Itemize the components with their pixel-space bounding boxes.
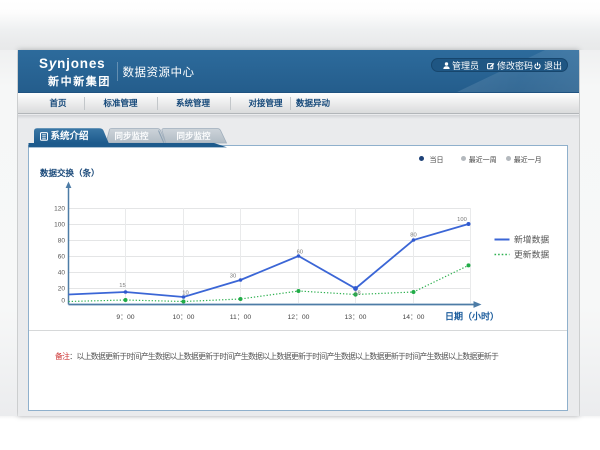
svg-text:15: 15 — [119, 283, 125, 289]
svg-text:80: 80 — [58, 238, 66, 245]
svg-text:11：00: 11：00 — [230, 314, 252, 321]
svg-text:新增数据: 新增数据 — [514, 234, 549, 245]
svg-text:60: 60 — [58, 254, 66, 261]
svg-text:60: 60 — [297, 250, 303, 256]
svg-text:更新数据: 更新数据 — [514, 249, 549, 260]
svg-text:13：00: 13：00 — [345, 314, 367, 321]
svg-text:10: 10 — [182, 291, 188, 297]
svg-text:14：00: 14：00 — [403, 314, 425, 321]
svg-text:120: 120 — [54, 206, 65, 213]
svg-text:系统介绍: 系统介绍 — [50, 130, 88, 142]
svg-text:30: 30 — [230, 274, 236, 280]
svg-text:18: 18 — [354, 291, 360, 297]
svg-text:100: 100 — [457, 217, 467, 223]
svg-text:0: 0 — [61, 298, 65, 305]
svg-text:9：00: 9：00 — [116, 314, 134, 321]
svg-text:日期（小时）: 日期（小时） — [445, 311, 499, 322]
svg-text:同步监控: 同步监控 — [114, 131, 149, 141]
svg-text:12：00: 12：00 — [288, 314, 310, 321]
svg-text:同步监控: 同步监控 — [176, 131, 211, 141]
svg-text:100: 100 — [54, 222, 65, 229]
svg-text:20: 20 — [58, 286, 66, 293]
svg-text:40: 40 — [58, 270, 66, 277]
svg-text:10：00: 10：00 — [173, 314, 195, 321]
svg-text:80: 80 — [410, 233, 416, 239]
